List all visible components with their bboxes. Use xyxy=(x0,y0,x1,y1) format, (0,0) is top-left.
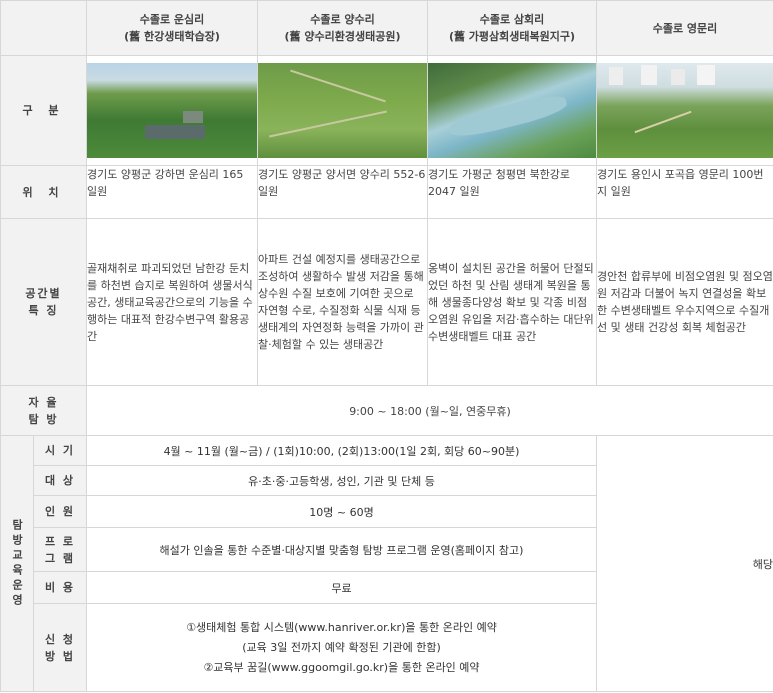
column-subtitle: (舊 가평삼회생태복원지구) xyxy=(448,30,576,43)
unsimri-photo xyxy=(87,63,257,158)
photo-cell xyxy=(86,55,258,166)
location-unsimri: 경기도 양평군 강하면 운심리 165 일원 xyxy=(86,165,258,219)
photo-cell xyxy=(257,55,428,166)
column-title: 수졸로 운심리 xyxy=(139,13,205,26)
program-value-cost: 무료 xyxy=(86,571,597,604)
program-value-headcount: 10명 ~ 60명 xyxy=(86,495,597,528)
program-label-cost: 비 용 xyxy=(33,571,87,604)
features-samhoeri: 옹벽이 설치된 공간을 허물어 단절되었던 하천 및 산림 생태계 복원을 통해… xyxy=(427,218,597,386)
program-value-target: 유·초·중·고등학생, 성인, 기관 및 단체 등 xyxy=(86,465,597,496)
location-label: 위 치 xyxy=(0,165,87,219)
column-header-yangsuri: 수졸로 양수리 (舊 양수리환경생태공원) xyxy=(257,0,428,56)
program-label-headcount: 인 원 xyxy=(33,495,87,528)
info-table: 수졸로 운심리 (舊 한강생태학습장) 수졸로 양수리 (舊 양수리환경생태공원… xyxy=(0,0,773,692)
features-yeongmunri: 경안천 합류부에 비점오염원 및 점오염원 저감과 더불어 녹지 연결성을 확보… xyxy=(596,218,773,386)
free-visit-value: 9:00 ~ 18:00 (월~일, 연중무휴) xyxy=(86,385,773,436)
location-yangsuri: 경기도 양평군 양서면 양수리 552-6 일원 xyxy=(257,165,428,219)
program-label-target: 대 상 xyxy=(33,465,87,496)
program-value-program: 해설가 인솔을 통한 수준별·대상지별 맞춤형 탐방 프로그램 운영(홈페이지 … xyxy=(86,527,597,572)
column-title: 수졸로 삼회리 xyxy=(479,13,545,26)
free-visit-label: 자 율 탐 방 xyxy=(0,385,87,436)
corner-cell xyxy=(0,0,87,56)
features-yangsuri: 아파트 건설 예정지를 생태공간으로 조성하여 생활하수 발생 저감을 통해 상… xyxy=(257,218,428,386)
yeongmunri-photo xyxy=(597,63,773,158)
column-header-unsimri: 수졸로 운심리 (舊 한강생태학습장) xyxy=(86,0,258,56)
samhoeri-photo xyxy=(428,63,596,158)
column-header-yeongmunri: 수졸로 영문리 xyxy=(596,0,773,56)
features-unsimri: 골재채취로 파괴되었던 남한강 둔치를 하천변 습지로 복원하여 생물서식공간,… xyxy=(86,218,258,386)
column-subtitle: (舊 한강생태학습장) xyxy=(124,30,220,43)
column-subtitle: (舊 양수리환경생태공원) xyxy=(284,30,401,43)
program-group-label: 탐방교육운영 xyxy=(0,435,34,692)
program-label-apply: 신 청 방 법 xyxy=(33,603,87,692)
program-label-period: 시 기 xyxy=(33,435,87,466)
photo-cell xyxy=(427,55,597,166)
yangsuri-photo xyxy=(258,63,427,158)
program-value-apply: ①생태체험 통합 시스템(www.hanriver.or.kr)을 통한 온라인… xyxy=(86,603,597,692)
features-label: 공간별 특 징 xyxy=(0,218,87,386)
program-value-period: 4월 ~ 11월 (월~금) / (1회)10:00, (2회)13:00(1일… xyxy=(86,435,597,466)
location-yeongmunri: 경기도 용인시 포곡읍 영문리 100번지 일원 xyxy=(596,165,773,219)
category-label: 구 분 xyxy=(0,55,87,166)
column-title: 수졸로 영문리 xyxy=(652,21,718,35)
location-samhoeri: 경기도 가평군 청평면 북한강로2047 일원 xyxy=(427,165,597,219)
program-label-program: 프 로 그 램 xyxy=(33,527,87,572)
yeongmunri-program-note: 해당 xyxy=(596,435,773,692)
photo-cell xyxy=(596,55,773,166)
column-title: 수졸로 양수리 xyxy=(310,13,375,26)
column-header-samhoeri: 수졸로 삼회리 (舊 가평삼회생태복원지구) xyxy=(427,0,597,56)
